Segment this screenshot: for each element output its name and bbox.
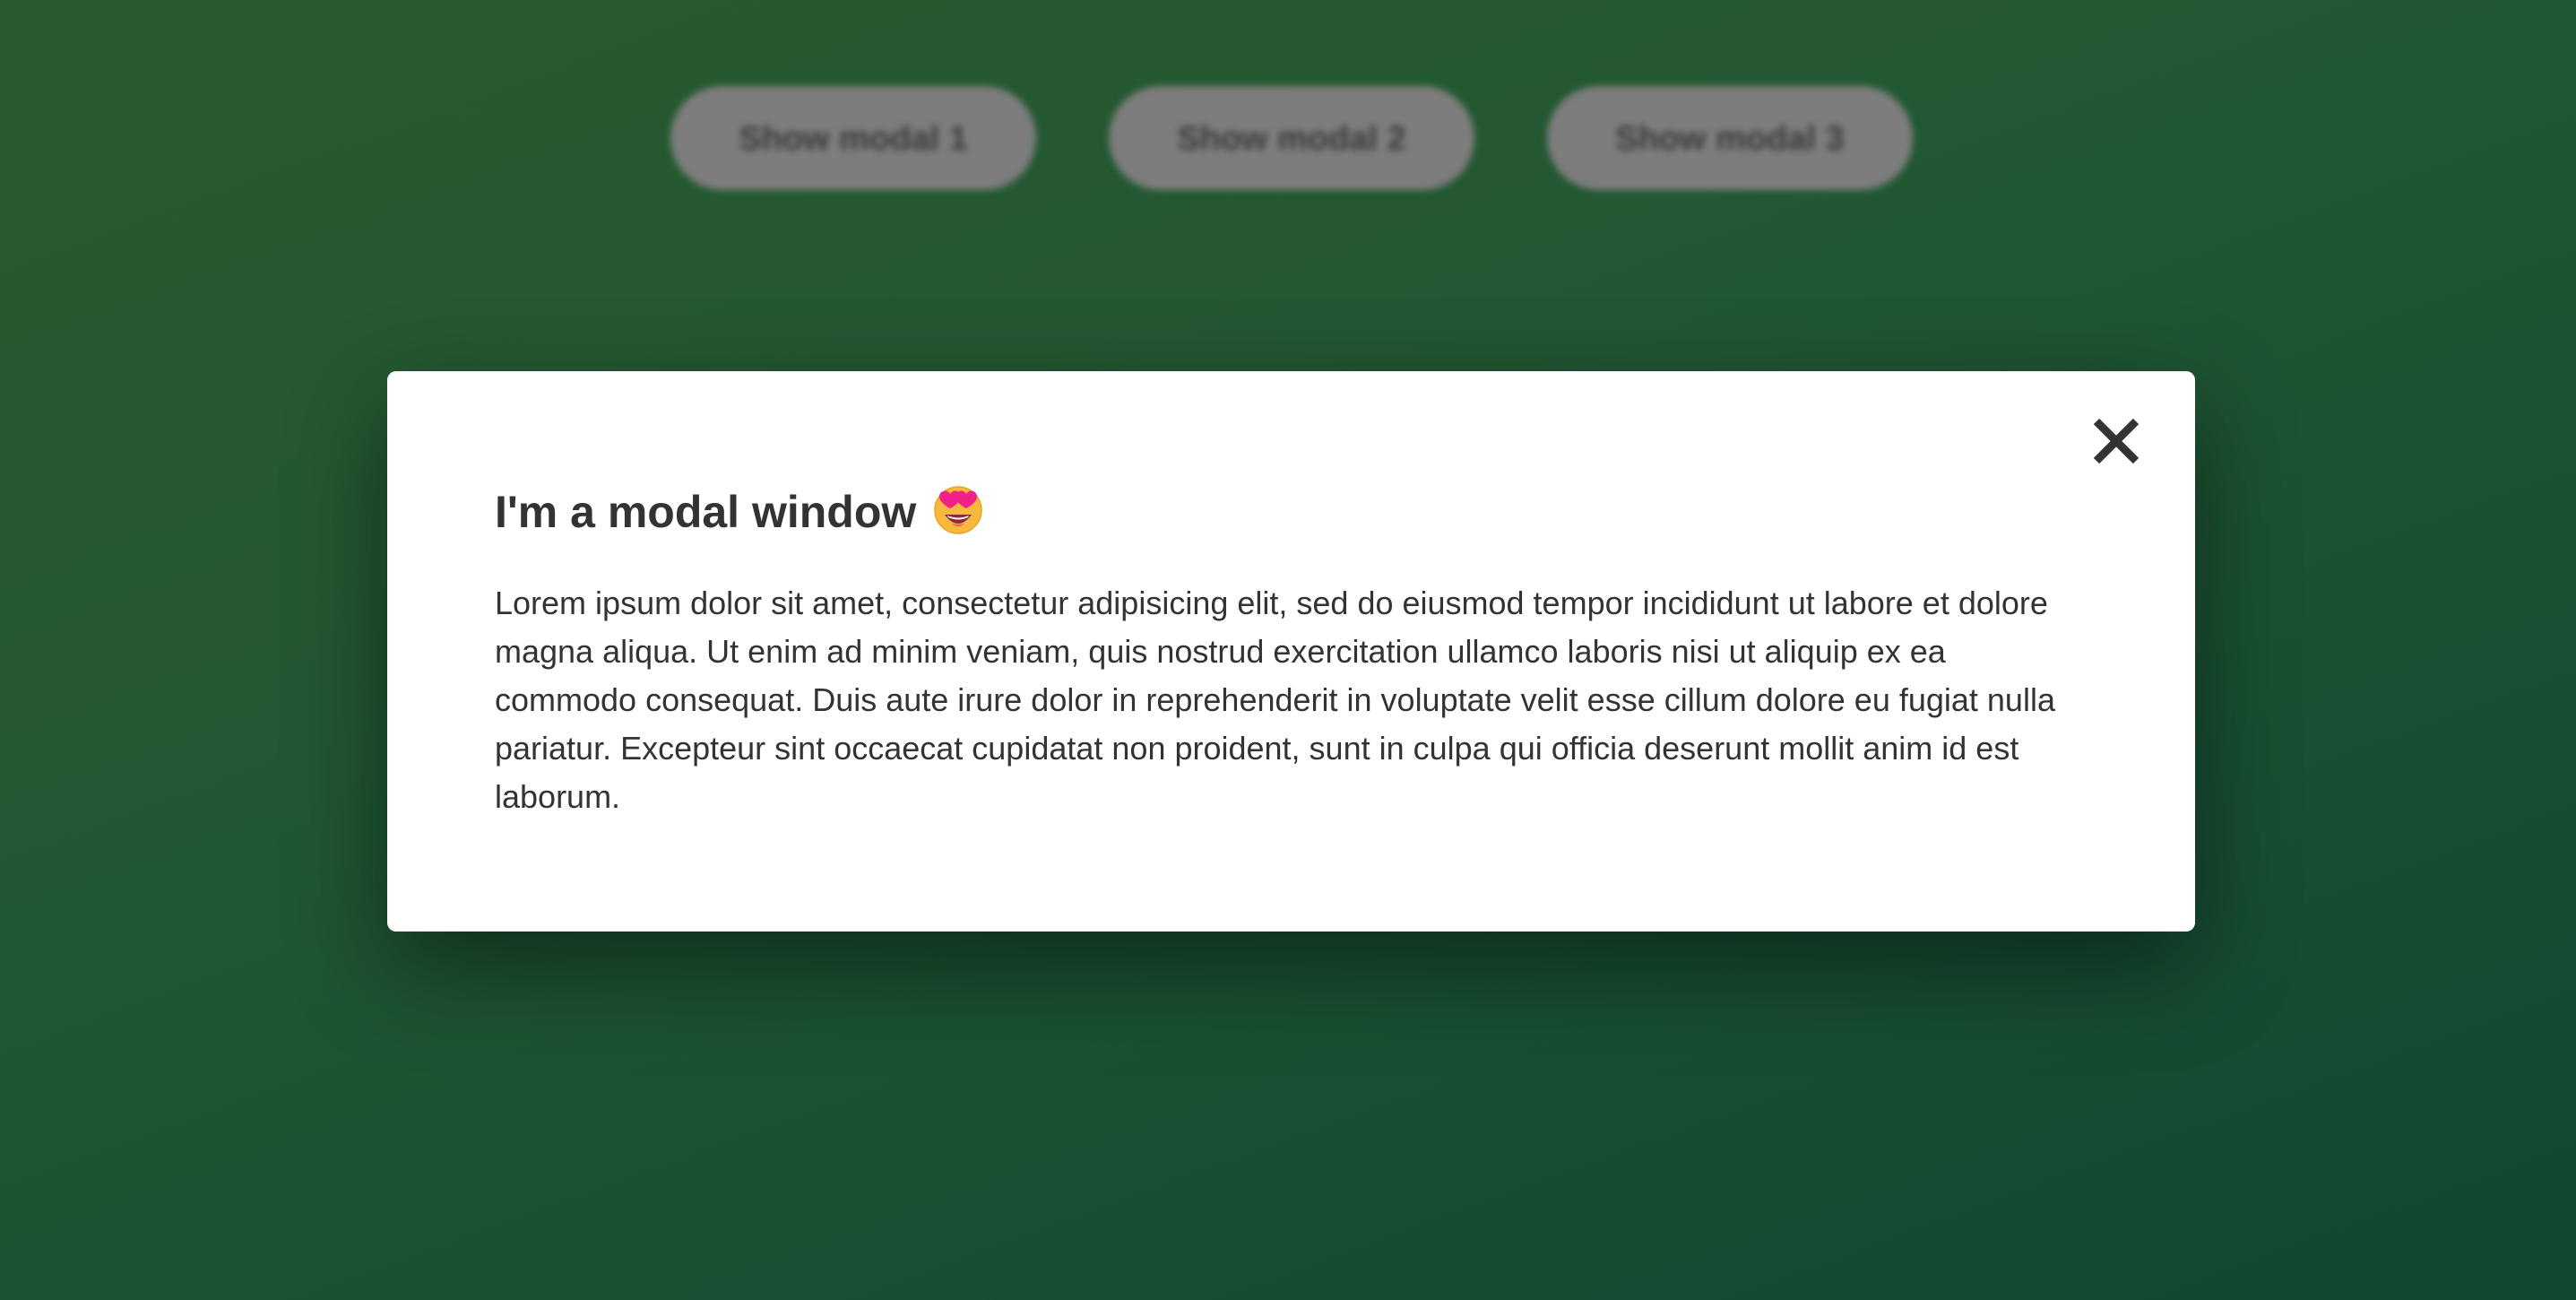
modal-title: I'm a modal window xyxy=(495,482,984,538)
button-row: Show modal 1 Show modal 2 Show modal 3 xyxy=(0,86,2576,190)
show-modal-1-button[interactable]: Show modal 1 xyxy=(670,86,1036,190)
show-modal-2-button[interactable]: Show modal 2 xyxy=(1109,86,1474,190)
close-button[interactable] xyxy=(2089,414,2143,468)
close-icon xyxy=(2093,418,2139,464)
smiling-face-with-heart-eyes-icon xyxy=(932,482,984,534)
modal-title-text: I'm a modal window xyxy=(495,487,917,537)
modal-window: I'm a modal window Lorem ipsum dolor sit… xyxy=(387,371,2195,932)
modal-body-text: Lorem ipsum dolor sit amet, consectetur … xyxy=(495,585,2055,815)
show-modal-3-button[interactable]: Show modal 3 xyxy=(1547,86,1913,190)
